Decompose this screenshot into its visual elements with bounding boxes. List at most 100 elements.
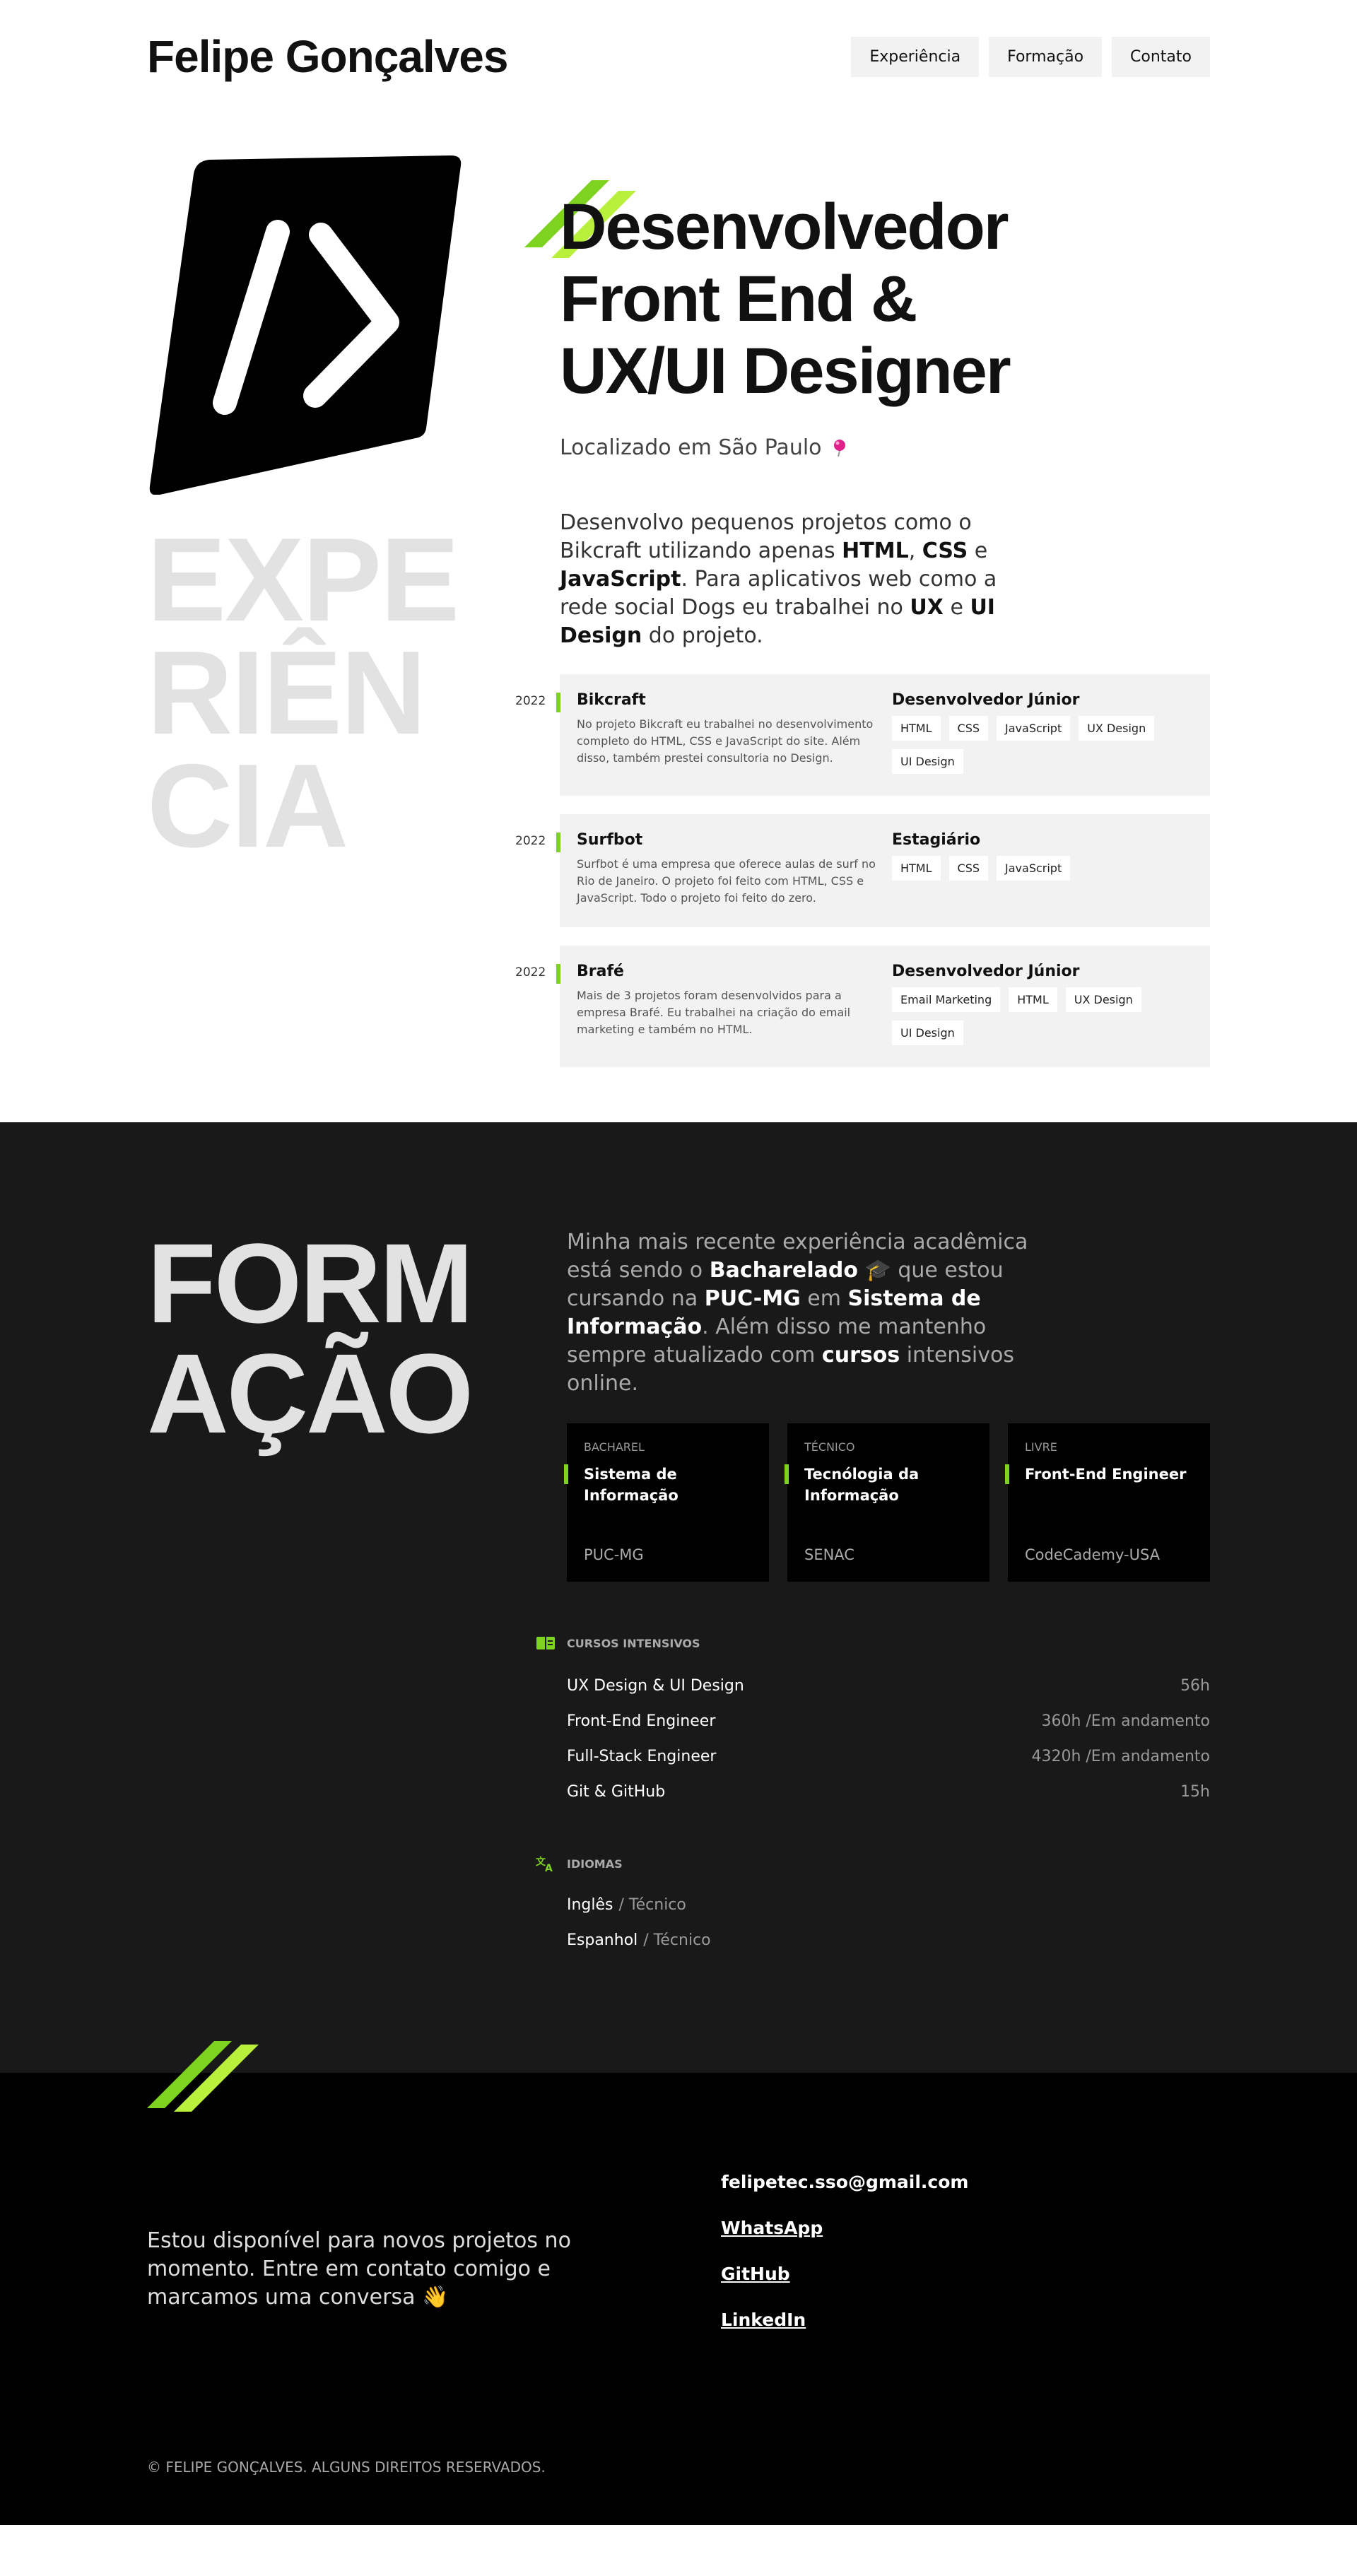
tag: Email Marketing <box>892 987 1001 1012</box>
experience-heading: EXPE RIÊN CIA <box>147 513 459 865</box>
course-row: Front-End Engineer 360h /Em andamento <box>567 1703 1210 1739</box>
intro-text: e <box>943 595 970 620</box>
education-cards: BACHAREL Sistema de Informação PUC-MG TÉ… <box>564 1423 1210 1582</box>
language-name: Espanhol <box>567 1931 638 1949</box>
card-accent-bar <box>785 1464 789 1484</box>
card-accent-bar <box>564 1464 568 1484</box>
job-tags: Email Marketing HTML UX Design UI Design <box>892 987 1193 1045</box>
tag: JavaScript <box>997 716 1071 741</box>
languages-title: 文 A IDIOMAS <box>536 1856 623 1872</box>
language-level: / Técnico <box>643 1931 711 1949</box>
job-description: Mais de 3 projetos foram desenvolvidos p… <box>577 989 851 1036</box>
nav-link-experiencia[interactable]: Experiência <box>851 36 980 77</box>
card-name: Sistema de Informação <box>584 1466 678 1504</box>
intro-text: e <box>968 539 988 563</box>
pin-icon <box>833 439 845 457</box>
brand-name[interactable]: Felipe Gonçalves <box>147 30 508 83</box>
course-hours: 4320h /Em andamento <box>1031 1747 1210 1765</box>
courses-title: CURSOS INTENSIVOS <box>536 1637 700 1650</box>
education-heading: FORM AÇÃO <box>147 1220 474 1450</box>
job-role-block: Desenvolvedor Júnior Email Marketing HTM… <box>892 963 1193 1050</box>
course-row: UX Design & UI Design 56h <box>567 1668 1210 1703</box>
main-nav: Experiência Formação Contato <box>851 36 1210 77</box>
course-hours: 15h <box>1180 1782 1210 1801</box>
education-card: TÉCNICO Tecnólogia da Informação SENAC <box>785 1423 989 1582</box>
education-section: FORM AÇÃO Minha mais recente experiência… <box>0 1122 1357 2073</box>
tag: CSS <box>948 856 989 881</box>
nav-link-contato[interactable]: Contato <box>1112 36 1210 77</box>
job-name: Surfbot <box>577 831 643 849</box>
course-row: Git & GitHub 15h <box>567 1774 1210 1809</box>
education-card: BACHAREL Sistema de Informação PUC-MG <box>564 1423 769 1582</box>
job-role-block: Desenvolvedor Júnior HTML CSS JavaScript… <box>892 691 1193 779</box>
contact-section: Estou disponível para novos projetos no … <box>0 2041 1357 2525</box>
whatsapp-link[interactable]: WhatsApp <box>721 2218 968 2264</box>
hero-location: Localizado em São Paulo <box>560 435 1055 460</box>
nav-link-formacao[interactable]: Formação <box>989 36 1103 77</box>
card-institution: PUC-MG <box>584 1546 644 1563</box>
job-year: 2022 <box>515 965 546 980</box>
github-link[interactable]: GitHub <box>721 2264 968 2310</box>
card-type: LIVRE <box>1025 1440 1057 1454</box>
linkedin-link[interactable]: LinkedIn <box>721 2310 968 2356</box>
stripes-decoration-icon <box>147 2041 259 2112</box>
intro-highlight: PUC-MG <box>704 1286 801 1311</box>
contact-text: Estou disponível para novos projetos no … <box>147 2228 571 2310</box>
translate-icon: 文 A <box>536 1856 553 1872</box>
card-accent-bar <box>1005 1464 1009 1484</box>
job-description: Surfbot é uma empresa que oferece aulas … <box>577 857 876 905</box>
job-role: Estagiário <box>892 831 981 849</box>
tag: UI Design <box>892 749 963 774</box>
experience-intro: Desenvolvo pequenos projetos como o Bikc… <box>560 509 1040 650</box>
course-name: UX Design & UI Design <box>567 1676 744 1695</box>
education-intro: Minha mais recente experiência acadêmica… <box>567 1228 1047 1398</box>
tag: JavaScript <box>997 856 1071 881</box>
hero-section: Desenvolvedor Front End & UX/UI Designer… <box>147 113 1210 509</box>
job-info: Bikcraft No projeto Bikcraft eu trabalhe… <box>577 691 892 779</box>
email-link[interactable]: felipetec.sso@gmail.com <box>721 2172 968 2218</box>
hero-title-line1: Desenvolvedor <box>560 191 1009 263</box>
copyright: © FELIPE GONÇALVES. ALGUNS DIREITOS RESE… <box>147 2459 546 2476</box>
tag: UI Design <box>892 1021 963 1045</box>
education-heading-line1: FORM <box>147 1220 474 1346</box>
job-role-block: Estagiário HTML CSS JavaScript <box>892 831 1193 910</box>
hero-title: Desenvolvedor Front End & UX/UI Designer <box>560 191 1055 407</box>
education-card: LIVRE Front-End Engineer CodeCademy-USA <box>1005 1423 1210 1582</box>
intro-highlight: Bacharelado <box>709 1258 858 1283</box>
tag: UX Design <box>1065 987 1141 1012</box>
intro-highlight: JavaScript <box>560 567 681 592</box>
job-year: 2022 <box>515 694 546 708</box>
course-name: Full-Stack Engineer <box>567 1747 717 1765</box>
book-icon <box>536 1637 555 1649</box>
intro-highlight: CSS <box>922 539 968 563</box>
course-hours: 56h <box>1180 1676 1210 1695</box>
language-list: Inglês / Técnico Espanhol / Técnico <box>567 1887 711 1958</box>
location-text: Localizado em São Paulo <box>560 435 822 460</box>
language-name: Inglês <box>567 1895 613 1914</box>
course-name: Git & GitHub <box>567 1782 666 1801</box>
job-tags: HTML CSS JavaScript UX Design UI Design <box>892 716 1193 774</box>
intro-text: em <box>800 1286 848 1311</box>
course-hours: 360h /Em andamento <box>1041 1712 1210 1730</box>
language-row: Espanhol / Técnico <box>567 1922 711 1958</box>
card-type: TÉCNICO <box>804 1440 855 1454</box>
job-accent-bar <box>556 964 560 984</box>
site-header: Felipe Gonçalves Experiência Formação Co… <box>147 0 1210 113</box>
language-level: / Técnico <box>618 1895 686 1914</box>
intro-highlight: UX <box>910 595 944 620</box>
tag: HTML <box>1009 987 1057 1012</box>
intro-text: , <box>908 539 922 563</box>
job-name: Brafé <box>577 963 624 980</box>
card-institution: SENAC <box>804 1546 854 1563</box>
job-list: 2022 Bikcraft No projeto Bikcraft eu tra… <box>515 674 1210 1086</box>
hero-title-line2: Front End & <box>560 263 917 335</box>
card-institution: CodeCademy-USA <box>1025 1546 1161 1563</box>
intro-highlight: cursos <box>821 1343 900 1368</box>
job-role: Desenvolvedor Júnior <box>892 691 1080 709</box>
job-tags: HTML CSS JavaScript <box>892 856 1193 881</box>
job-item-brafe: 2022 Brafé Mais de 3 projetos foram dese… <box>515 946 1210 1067</box>
job-year: 2022 <box>515 834 546 848</box>
card-name: Front-End Engineer <box>1025 1466 1187 1483</box>
experience-heading-line1: EXPE <box>147 513 459 646</box>
course-row: Full-Stack Engineer 4320h /Em andamento <box>567 1739 1210 1774</box>
